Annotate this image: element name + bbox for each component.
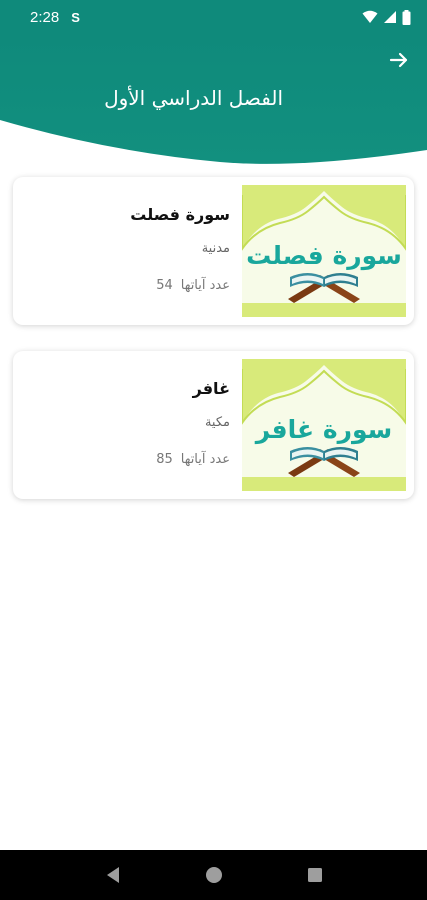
app-header: الفصل الدراسي الأول (0, 34, 427, 169)
surah-image: سورة فصلت (242, 185, 406, 317)
verses-label: عدد آياتها (180, 278, 230, 293)
surah-name: سورة فصلت (130, 205, 230, 224)
surah-type: مدنية (201, 241, 230, 256)
verses-count: 54 (156, 278, 173, 293)
status-time: 2:28 (30, 8, 60, 26)
surah-image-label: سورة غافر (255, 415, 393, 444)
system-nav-bar (0, 850, 427, 900)
verses-label: عدد آياتها (180, 452, 230, 467)
nav-home-button[interactable] (205, 866, 223, 884)
status-indicator: S (71, 9, 80, 25)
nav-recents-button[interactable] (307, 867, 323, 883)
surah-type: مكية (204, 415, 230, 430)
status-bar: 2:28 S (0, 0, 427, 34)
surah-card[interactable]: سورة غافر غافر مكية عدد آياتها 85 (13, 351, 414, 499)
arrow-right-icon[interactable] (387, 48, 411, 72)
nav-back-button[interactable] (105, 866, 121, 884)
wifi-icon (362, 10, 378, 23)
surah-image: سورة غافر (242, 359, 406, 491)
surah-name: غافر (192, 379, 230, 398)
surah-card[interactable]: سورة فصلت سورة فصلت مدنية عدد آياتها 54 (13, 177, 414, 325)
back-triangle-icon (106, 867, 119, 883)
signal-icon (384, 11, 396, 23)
page-title: الفصل الدراسي الأول (104, 86, 283, 110)
verses-count: 85 (156, 452, 173, 467)
recents-square-icon (307, 868, 322, 882)
surah-image-label: سورة فصلت (246, 241, 402, 270)
surah-verses: عدد آياتها 54 (156, 278, 230, 293)
home-circle-icon (205, 867, 222, 883)
status-icons (362, 9, 411, 25)
surah-verses: عدد آياتها 85 (156, 452, 230, 467)
battery-icon (402, 9, 411, 25)
